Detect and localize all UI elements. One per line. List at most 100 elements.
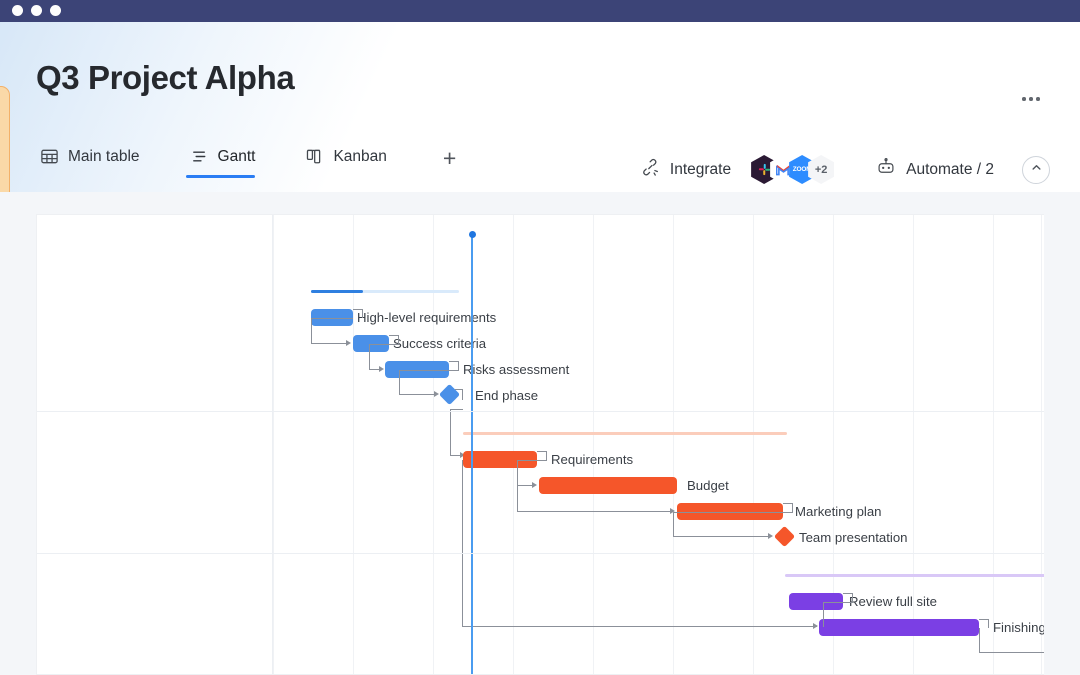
integrate-button[interactable]: Integrate bbox=[629, 148, 846, 191]
more-dot bbox=[1022, 97, 1026, 101]
robot-icon bbox=[876, 157, 896, 182]
dependency-connector bbox=[823, 602, 853, 603]
gantt-bar-label: Review full site bbox=[849, 594, 937, 609]
integration-avatars[interactable]: ZOOM +2 bbox=[751, 155, 834, 184]
group-divider bbox=[37, 553, 1044, 554]
gridline bbox=[593, 215, 594, 674]
chevron-up-icon bbox=[1030, 161, 1043, 179]
dependency-arrow bbox=[768, 533, 773, 539]
close-icon[interactable] bbox=[12, 5, 23, 16]
dependency-connector bbox=[979, 619, 989, 628]
gantt-bar-label: Risks assessment bbox=[463, 362, 569, 377]
dependency-connector bbox=[462, 460, 463, 627]
automate-button[interactable]: Automate / 2 bbox=[864, 150, 1006, 189]
more-dot bbox=[1029, 97, 1033, 101]
gantt-bar-label: High-level requirements bbox=[357, 310, 496, 325]
dependency-connector bbox=[455, 389, 463, 400]
dependency-connector bbox=[843, 593, 853, 602]
integrate-label: Integrate bbox=[670, 161, 731, 179]
view-tabs: Main table Gantt bbox=[36, 138, 466, 178]
dependency-connector bbox=[450, 409, 463, 410]
dependency-arrow bbox=[813, 623, 818, 629]
tab-gantt[interactable]: Gantt bbox=[186, 138, 278, 178]
board-more-menu-button[interactable] bbox=[1016, 86, 1046, 112]
dependency-connector bbox=[979, 652, 1044, 653]
dependency-connector bbox=[449, 361, 459, 370]
gantt-milestone-label: Team presentation bbox=[799, 530, 908, 545]
gridline bbox=[273, 215, 274, 674]
tab-main-table[interactable]: Main table bbox=[36, 138, 162, 178]
gantt-bar-label: Requirements bbox=[551, 452, 633, 467]
dependency-connector bbox=[399, 394, 435, 395]
tab-label: Main table bbox=[68, 148, 140, 166]
dependency-connector bbox=[517, 485, 518, 511]
dependency-arrow bbox=[434, 391, 439, 397]
window-controls bbox=[12, 5, 61, 16]
dependency-connector bbox=[399, 370, 400, 395]
dependency-connector bbox=[389, 335, 399, 344]
dependency-connector bbox=[450, 409, 451, 456]
table-icon bbox=[40, 147, 59, 166]
gantt-bar-finishing-touches[interactable] bbox=[819, 619, 979, 636]
group-summary-bar bbox=[785, 574, 1044, 577]
gantt-bar-label: Budget bbox=[687, 478, 729, 493]
gridline bbox=[353, 215, 354, 674]
minimize-icon[interactable] bbox=[31, 5, 42, 16]
dependency-connector bbox=[462, 626, 817, 627]
gantt-bar-budget[interactable] bbox=[539, 477, 677, 494]
tab-label: Gantt bbox=[218, 148, 256, 166]
page-body: Q3 Project Alpha Main table bbox=[0, 22, 1080, 675]
dependency-connector bbox=[399, 370, 459, 371]
today-marker bbox=[471, 235, 473, 674]
gantt-task-list bbox=[37, 215, 273, 674]
dependency-connector bbox=[517, 511, 672, 512]
integrate-icon bbox=[641, 158, 660, 182]
dependency-connector bbox=[517, 460, 518, 486]
gridline bbox=[753, 215, 754, 674]
group-summary-bar bbox=[463, 432, 787, 435]
dependency-connector bbox=[673, 536, 769, 537]
add-view-button[interactable]: + bbox=[433, 143, 466, 174]
view-tabbar: Main table Gantt bbox=[0, 132, 1080, 192]
page-title: Q3 Project Alpha bbox=[36, 59, 294, 97]
gantt-bar-label: Marketing plan bbox=[795, 504, 882, 519]
gantt-canvas-area: Phase A High-level requirements Success … bbox=[0, 192, 1080, 675]
dependency-connector bbox=[369, 344, 399, 345]
window-titlebar bbox=[0, 0, 1080, 22]
integration-overflow-badge[interactable]: +2 bbox=[808, 155, 834, 184]
group-divider bbox=[37, 411, 1044, 412]
dependency-connector bbox=[979, 628, 980, 653]
maximize-icon[interactable] bbox=[50, 5, 61, 16]
board-toolbar: Integrate bbox=[629, 148, 1050, 191]
dependency-connector bbox=[311, 318, 353, 319]
dependency-connector bbox=[783, 503, 793, 512]
automate-label: Automate / 2 bbox=[906, 161, 994, 179]
tab-label: Kanban bbox=[333, 148, 386, 166]
dependency-connector bbox=[369, 344, 370, 370]
gantt-bar-label: Finishing bbox=[993, 620, 1044, 635]
kanban-icon bbox=[305, 147, 324, 166]
dependency-arrow bbox=[532, 482, 537, 488]
tab-kanban[interactable]: Kanban bbox=[301, 138, 408, 178]
group-summary-progress bbox=[311, 290, 363, 293]
gridline bbox=[433, 215, 434, 674]
dependency-connector bbox=[311, 318, 312, 344]
dependency-connector bbox=[673, 512, 674, 537]
dependency-arrow bbox=[346, 340, 351, 346]
dependency-connector bbox=[517, 460, 547, 461]
app-window: Q3 Project Alpha Main table bbox=[0, 0, 1080, 675]
gantt-milestone-label: End phase bbox=[475, 388, 538, 403]
dependency-connector bbox=[353, 309, 363, 318]
dependency-connector bbox=[537, 451, 547, 460]
gridline bbox=[993, 215, 994, 674]
dependency-connector bbox=[823, 602, 824, 627]
gantt-chart[interactable]: Phase A High-level requirements Success … bbox=[36, 214, 1044, 675]
dependency-connector bbox=[311, 343, 347, 344]
collapse-toolbar-button[interactable] bbox=[1022, 156, 1050, 184]
gridline bbox=[1041, 215, 1042, 674]
gantt-icon bbox=[190, 147, 209, 166]
gridline bbox=[513, 215, 514, 674]
gridline bbox=[673, 215, 674, 674]
dependency-connector bbox=[673, 512, 793, 513]
dependency-arrow bbox=[379, 366, 384, 372]
